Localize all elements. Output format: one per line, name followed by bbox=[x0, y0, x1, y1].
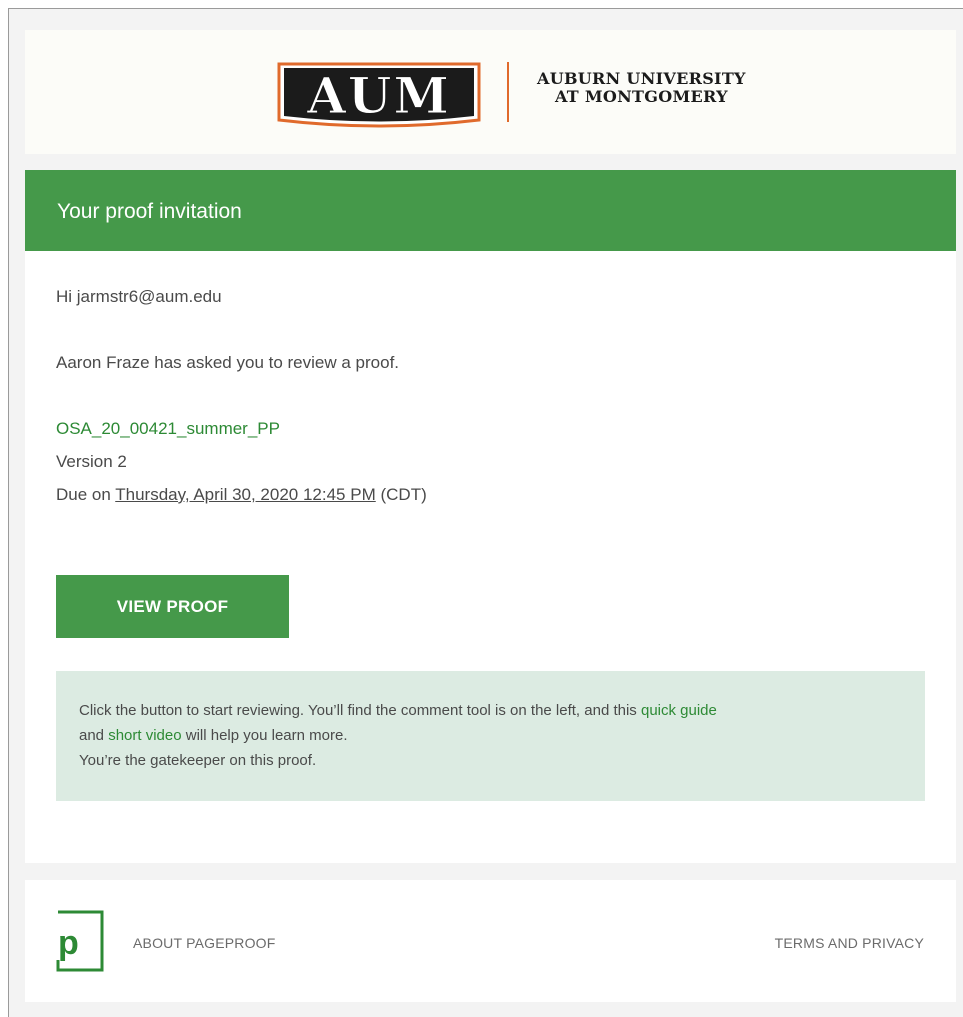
logo-divider bbox=[507, 62, 509, 122]
aum-wordmark-text: AUM bbox=[306, 66, 451, 125]
proof-version: Version 2 bbox=[56, 452, 127, 471]
help-tip-box: Click the button to start reviewing. You… bbox=[56, 671, 925, 801]
university-name: AUBURN UNIVERSITY AT MONTGOMERY bbox=[537, 70, 746, 106]
terms-and-privacy-link[interactable]: TERMS AND PRIVACY bbox=[775, 935, 924, 951]
gatekeeper-note: You’re the gatekeeper on this proof. bbox=[79, 752, 317, 769]
email-body: Hi jarmstr6@aum.edu Aaron Fraze has aske… bbox=[25, 251, 956, 863]
quick-guide-link[interactable]: quick guide bbox=[641, 702, 717, 719]
aum-wordmark-logo: AUM bbox=[277, 62, 481, 128]
aum-logo: AUM AUBURN UNIVERSITY AT MONTGOMERY bbox=[275, 56, 755, 132]
view-proof-button[interactable]: VIEW PROOF bbox=[56, 575, 289, 638]
due-prefix: Due on bbox=[56, 485, 116, 504]
due-date: Thursday, April 30, 2020 12:45 PM bbox=[115, 485, 376, 504]
email-footer: p ABOUT PAGEPROOF TERMS AND PRIVACY bbox=[25, 880, 956, 1002]
university-name-line2: AT MONTGOMERY bbox=[554, 87, 728, 106]
proof-name-link[interactable]: OSA_20_00421_summer_PP bbox=[56, 419, 280, 439]
request-text: Aaron Fraze has asked you to review a pr… bbox=[56, 353, 400, 372]
title-banner: Your proof invitation bbox=[25, 170, 956, 251]
university-name-line1: AUBURN UNIVERSITY bbox=[537, 69, 746, 88]
help-tip-line1: Click the button to start reviewing. You… bbox=[79, 698, 902, 748]
about-pageproof-link[interactable]: ABOUT PAGEPROOF bbox=[133, 935, 276, 951]
banner-title: Your proof invitation bbox=[57, 200, 242, 223]
pageproof-logo-icon[interactable]: p bbox=[56, 910, 104, 972]
greeting-text: Hi jarmstr6@aum.edu bbox=[56, 287, 222, 306]
help-tip-text-b: and bbox=[79, 727, 109, 744]
pageproof-logo-letter: p bbox=[58, 924, 79, 962]
email-header: AUM AUBURN UNIVERSITY AT MONTGOMERY bbox=[25, 30, 956, 154]
due-timezone: (CDT) bbox=[375, 485, 427, 504]
short-video-link[interactable]: short video bbox=[108, 727, 181, 744]
due-date-line: Due on Thursday, April 30, 2020 12:45 PM… bbox=[56, 485, 427, 505]
help-tip-text-a: Click the button to start reviewing. You… bbox=[79, 702, 641, 719]
help-tip-text-c: will help you learn more. bbox=[181, 727, 348, 744]
